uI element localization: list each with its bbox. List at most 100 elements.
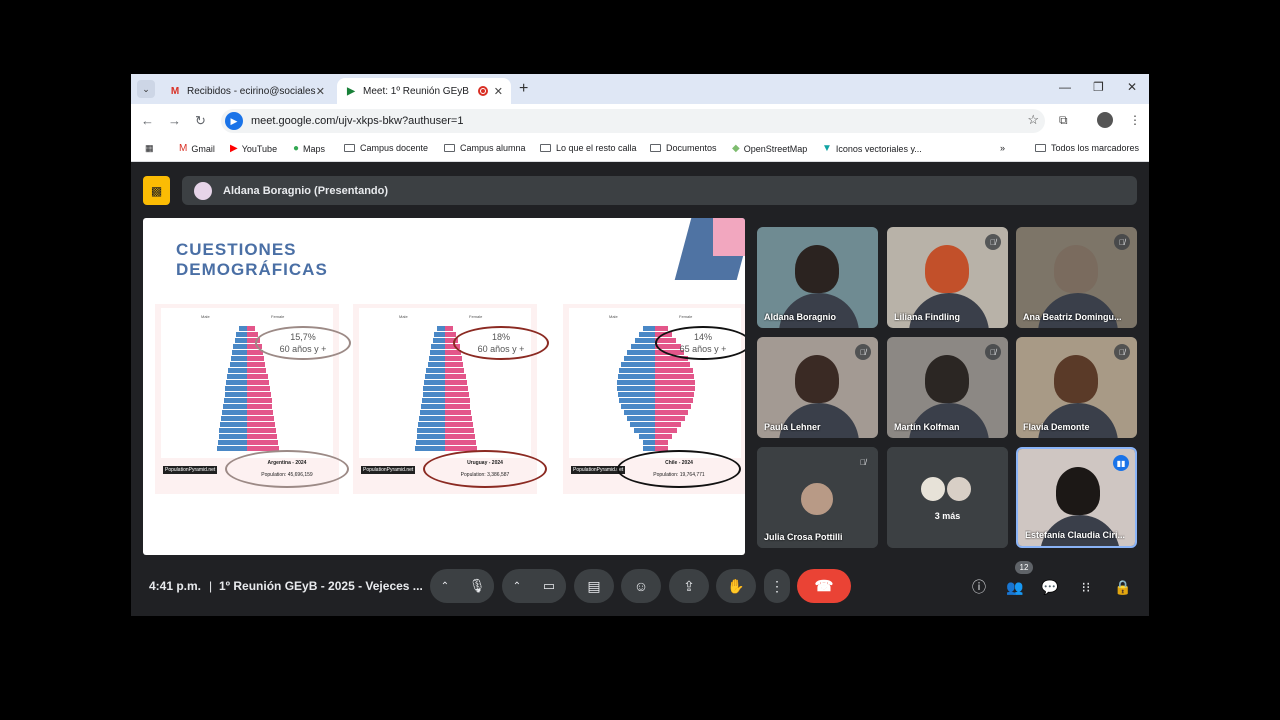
activities-icon[interactable]: ⁝⁝ [1075, 576, 1097, 598]
participant-tile[interactable]: Aldana Boragnio [757, 227, 878, 328]
bookmark-campus-alumna[interactable]: Campus alumna [444, 143, 526, 153]
pyramid-bar-male [421, 398, 445, 403]
bookmark-documentos[interactable]: Documentos [650, 143, 717, 153]
pyramid-bar-female [247, 356, 265, 361]
bookmark-star-icon[interactable]: ☆ [1027, 112, 1039, 128]
microphone-icon[interactable]: 🎙 [460, 569, 494, 603]
pyramid-bar-female [247, 428, 277, 433]
more-participants-tile[interactable]: 3 más [887, 447, 1008, 548]
pyramid-bar-male [627, 350, 655, 355]
participant-name: Flavia Demonte [1023, 422, 1090, 432]
gmail-icon: M [179, 143, 188, 154]
reactions-button[interactable]: ☺ [621, 569, 661, 603]
menu-icon[interactable]: ⋮ [1129, 113, 1141, 127]
pyramid-bar-male [233, 344, 247, 349]
population-label: Population: 19,764,771 [653, 472, 705, 478]
pyramid-bar-male [638, 332, 655, 337]
age-group-label: 60 años y + [279, 344, 327, 354]
pyramid-bar-female [655, 404, 691, 409]
restore-button[interactable]: ❐ [1093, 80, 1104, 94]
pyramid-bar-male [642, 440, 655, 445]
pyramid-bar-male [617, 380, 655, 385]
tab-search-button[interactable]: ⌄ [137, 80, 155, 98]
slide-title-line: DEMOGRÁFICAS [176, 260, 328, 279]
participant-tile[interactable]: Martín Kolfman 🎙̸ [887, 337, 1008, 438]
raise-hand-button[interactable]: ✋ [716, 569, 756, 603]
forward-icon[interactable]: → [168, 113, 181, 128]
source-badge: PopulationPyramid.net [163, 466, 218, 474]
close-window-button[interactable]: ✕ [1127, 80, 1137, 94]
participant-tile[interactable]: Julia Crosa Pottilli 🎙̸ [757, 447, 878, 548]
stop-presenting-icon[interactable]: ▩ [143, 176, 170, 205]
pyramid-bar-female [445, 416, 473, 421]
bookmark-openstreetmap[interactable]: ◆ OpenStreetMap [732, 143, 807, 154]
pyramid-bar-male [432, 338, 445, 343]
pyramid-bar-male [219, 428, 247, 433]
folder-icon [444, 144, 455, 152]
avatar [919, 475, 947, 503]
pyramid-bar-male [623, 356, 655, 361]
pyramid-bar-female [247, 380, 269, 385]
people-icon[interactable]: 👥 [1004, 576, 1026, 598]
bookmarks-bar: ▦ M Gmail ▶ YouTube ● Maps Campus docente C… [131, 138, 1149, 162]
site-info-icon[interactable]: ▶ [225, 112, 243, 130]
video-options-chevron-icon[interactable]: ⌃ [502, 569, 532, 603]
tab-gmail[interactable]: M Recibidos - ecirino@sociales.ub ✕ [161, 78, 333, 104]
pyramid-bar-female [445, 380, 467, 385]
present-button[interactable]: ⇪ [669, 569, 709, 603]
bookmark-lo-que-el-resto-calla[interactable]: Lo que el resto calla [540, 143, 637, 153]
pyramid-bar-female [247, 398, 272, 403]
url-text[interactable]: meet.google.com/ujv-xkps-bkw?authuser=1 [251, 115, 463, 127]
age-group-label: 65 años y + [679, 344, 727, 354]
captions-button[interactable]: ▤ [574, 569, 614, 603]
reload-icon[interactable]: ↻ [195, 113, 206, 129]
pyramid-bar-female [445, 362, 464, 367]
new-tab-button[interactable]: + [519, 80, 528, 98]
presenter-label: Aldana Boragnio (Presentando) [223, 184, 389, 197]
apps-icon[interactable]: ▦ [145, 143, 154, 154]
audio-options-chevron-icon[interactable]: ⌃ [430, 569, 460, 603]
presenter-avatar [194, 181, 212, 200]
bookmark-campus-docente[interactable]: Campus docente [344, 143, 428, 153]
back-icon[interactable]: ← [141, 113, 154, 128]
extensions-icon[interactable]: ⧉ [1059, 113, 1068, 128]
minimize-button[interactable]: — [1059, 80, 1071, 94]
leave-call-button[interactable]: ☎ [797, 569, 851, 603]
clock: 4:41 p.m. [149, 579, 202, 593]
pyramid-bar-male [630, 344, 655, 349]
more-bookmarks-icon[interactable]: » [1000, 143, 1005, 153]
male-label: Male [201, 314, 210, 319]
close-tab-icon[interactable]: ✕ [494, 85, 503, 98]
folder-icon [1035, 144, 1046, 152]
meeting-info-icon[interactable]: ⓘ [968, 576, 990, 598]
host-controls-icon[interactable]: 🔒 [1112, 576, 1134, 598]
chat-icon[interactable]: 💬 [1039, 576, 1061, 598]
more-options-button[interactable]: ⋮ [764, 569, 790, 603]
all-bookmarks-folder[interactable]: Todos los marcadores [1035, 143, 1139, 153]
participant-tile[interactable]: Paula Lehner 🎙̸ [757, 337, 878, 438]
speaking-indicator-icon: ▮▮ [1113, 455, 1129, 471]
camera-icon[interactable]: ▭ [532, 569, 566, 603]
participant-tile[interactable]: Flavia Demonte 🎙̸ [1016, 337, 1137, 438]
address-bar[interactable]: ▶ meet.google.com/ujv-xkps-bkw?authuser=… [221, 109, 1045, 133]
close-tab-icon[interactable]: ✕ [316, 85, 325, 98]
pyramid-bar-male [217, 440, 247, 445]
bookmark-maps[interactable]: ● Maps [293, 143, 325, 154]
pyramid-bar-female [445, 410, 472, 415]
bookmark-youtube[interactable]: ▶ YouTube [230, 143, 277, 154]
muted-mic-icon: 🎙̸ [855, 454, 871, 470]
pyramid-bar-male [617, 374, 655, 379]
pyramid-bar-male [420, 404, 445, 409]
bookmark-iconos-vectoriales[interactable]: ▼ Iconos vectoriales y... [822, 143, 922, 154]
tab-meet[interactable]: ▶ Meet: 1º Reunión GEyB - 20 ✕ [337, 78, 511, 104]
participant-tile[interactable]: Liliana Findling 🎙̸ [887, 227, 1008, 328]
pyramid-bar-male [434, 332, 445, 337]
profile-avatar[interactable] [1097, 112, 1113, 128]
bookmark-gmail[interactable]: M Gmail [179, 143, 215, 154]
pyramid-bar-female [247, 422, 276, 427]
participant-tile[interactable]: Estefanía Claudia Ciri... ▮▮ [1016, 447, 1137, 548]
pyramid-bar-male [239, 326, 247, 331]
pyramid-bar-male [626, 416, 655, 421]
participant-name: Estefanía Claudia Ciri... [1025, 530, 1126, 540]
participant-tile[interactable]: Ana Beatriz Domingu... 🎙̸ [1016, 227, 1137, 328]
